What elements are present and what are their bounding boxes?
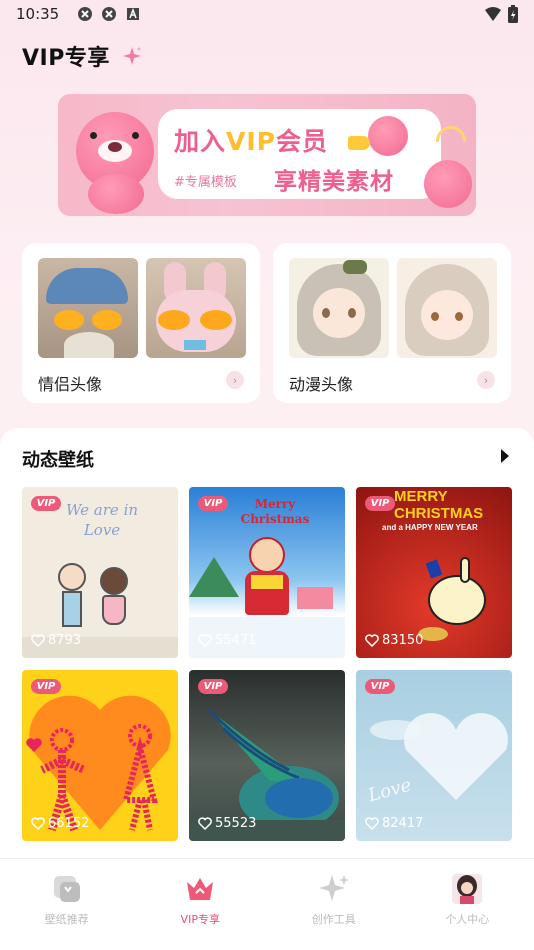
like-count: 55471	[198, 633, 256, 648]
page-title: VIP专享	[22, 46, 110, 71]
app-notification-icon	[77, 6, 93, 22]
dynamic-wallpaper-section: 动态壁纸 We are in Love VIP 8793 Merry Chris…	[0, 428, 534, 858]
nav-vip-exclusive[interactable]: VIP专享	[134, 859, 268, 950]
chevron-right-icon: ›	[226, 371, 244, 389]
couple-avatar-thumb-2	[146, 258, 246, 358]
anime-avatar-thumb-2	[397, 258, 497, 358]
wallpaper-tile[interactable]: MERRY CHRISTMAS and a HAPPY NEW YEAR VIP…	[356, 487, 512, 658]
nav-label: 创作工具	[311, 913, 356, 926]
category-label: 动漫头像	[289, 375, 354, 394]
status-bar: 10:35	[0, 0, 534, 28]
nav-personal-center[interactable]: 个人中心	[401, 859, 534, 950]
heart-icon	[198, 817, 212, 830]
vip-badge: VIP	[31, 679, 61, 694]
category-card-anime-avatar[interactable]: 动漫头像 ›	[273, 243, 511, 403]
heart-icon	[31, 817, 45, 830]
nav-label: 壁纸推荐	[44, 913, 89, 926]
wallpaper-tile[interactable]: VIP 55523	[189, 670, 345, 841]
app-notification-icon	[101, 6, 117, 22]
sparkle-icon	[318, 873, 350, 905]
battery-icon	[508, 5, 518, 27]
wallpaper-icon	[51, 873, 83, 905]
nav-label: VIP专享	[180, 913, 220, 926]
heart-icon	[365, 634, 379, 647]
like-count: 83150	[365, 633, 423, 648]
bottom-nav: 壁纸推荐 VIP专享 创作工具 个人中心	[0, 858, 534, 950]
play-arrow-icon[interactable]	[500, 448, 514, 464]
section-title: 动态壁纸	[22, 450, 94, 471]
nav-creation-tools[interactable]: 创作工具	[267, 859, 401, 950]
banner-headline: 加入VIP会员	[174, 127, 329, 156]
category-label: 情侣头像	[38, 375, 103, 394]
vip-badge: VIP	[365, 496, 395, 511]
vip-badge: VIP	[365, 679, 395, 694]
nav-label: 个人中心	[445, 913, 490, 926]
wallpaper-tile[interactable]: Merry Christmas VIP 55471	[189, 487, 345, 658]
vip-badge: VIP	[31, 496, 61, 511]
anime-avatar-thumb-1	[289, 258, 389, 358]
category-card-couple-avatar[interactable]: 情侣头像 ›	[22, 243, 260, 403]
avatar-icon	[451, 873, 483, 905]
heart-icon	[365, 817, 379, 830]
couple-avatar-thumb-1	[38, 258, 138, 358]
like-count: 8793	[31, 633, 81, 648]
banner-subline: 享精美素材	[274, 169, 394, 195]
page-header: VIP专享	[22, 40, 142, 72]
heart-icon	[31, 634, 45, 647]
crown-icon	[184, 873, 216, 905]
status-time: 10:35	[16, 5, 60, 23]
text-notification-icon	[125, 6, 141, 22]
vip-badge: VIP	[198, 496, 228, 511]
wifi-icon	[484, 6, 502, 26]
vip-badge: VIP	[198, 679, 228, 694]
chevron-right-icon: ›	[477, 371, 495, 389]
sparkle-icon	[122, 46, 142, 66]
wallpaper-tile[interactable]: VIP 66152	[22, 670, 178, 841]
wallpaper-tile[interactable]: We are in Love VIP 8793	[22, 487, 178, 658]
banner-tag: #专属模板	[174, 175, 237, 190]
like-count: 66152	[31, 816, 89, 831]
like-count: 55523	[198, 816, 256, 831]
wallpaper-tile[interactable]: Love VIP 82417	[356, 670, 512, 841]
vip-promo-banner[interactable]: 加入VIP会员 #专属模板 享精美素材	[58, 94, 476, 216]
heart-icon	[198, 634, 212, 647]
like-count: 82417	[365, 816, 423, 831]
nav-wallpaper-recommend[interactable]: 壁纸推荐	[0, 859, 134, 950]
